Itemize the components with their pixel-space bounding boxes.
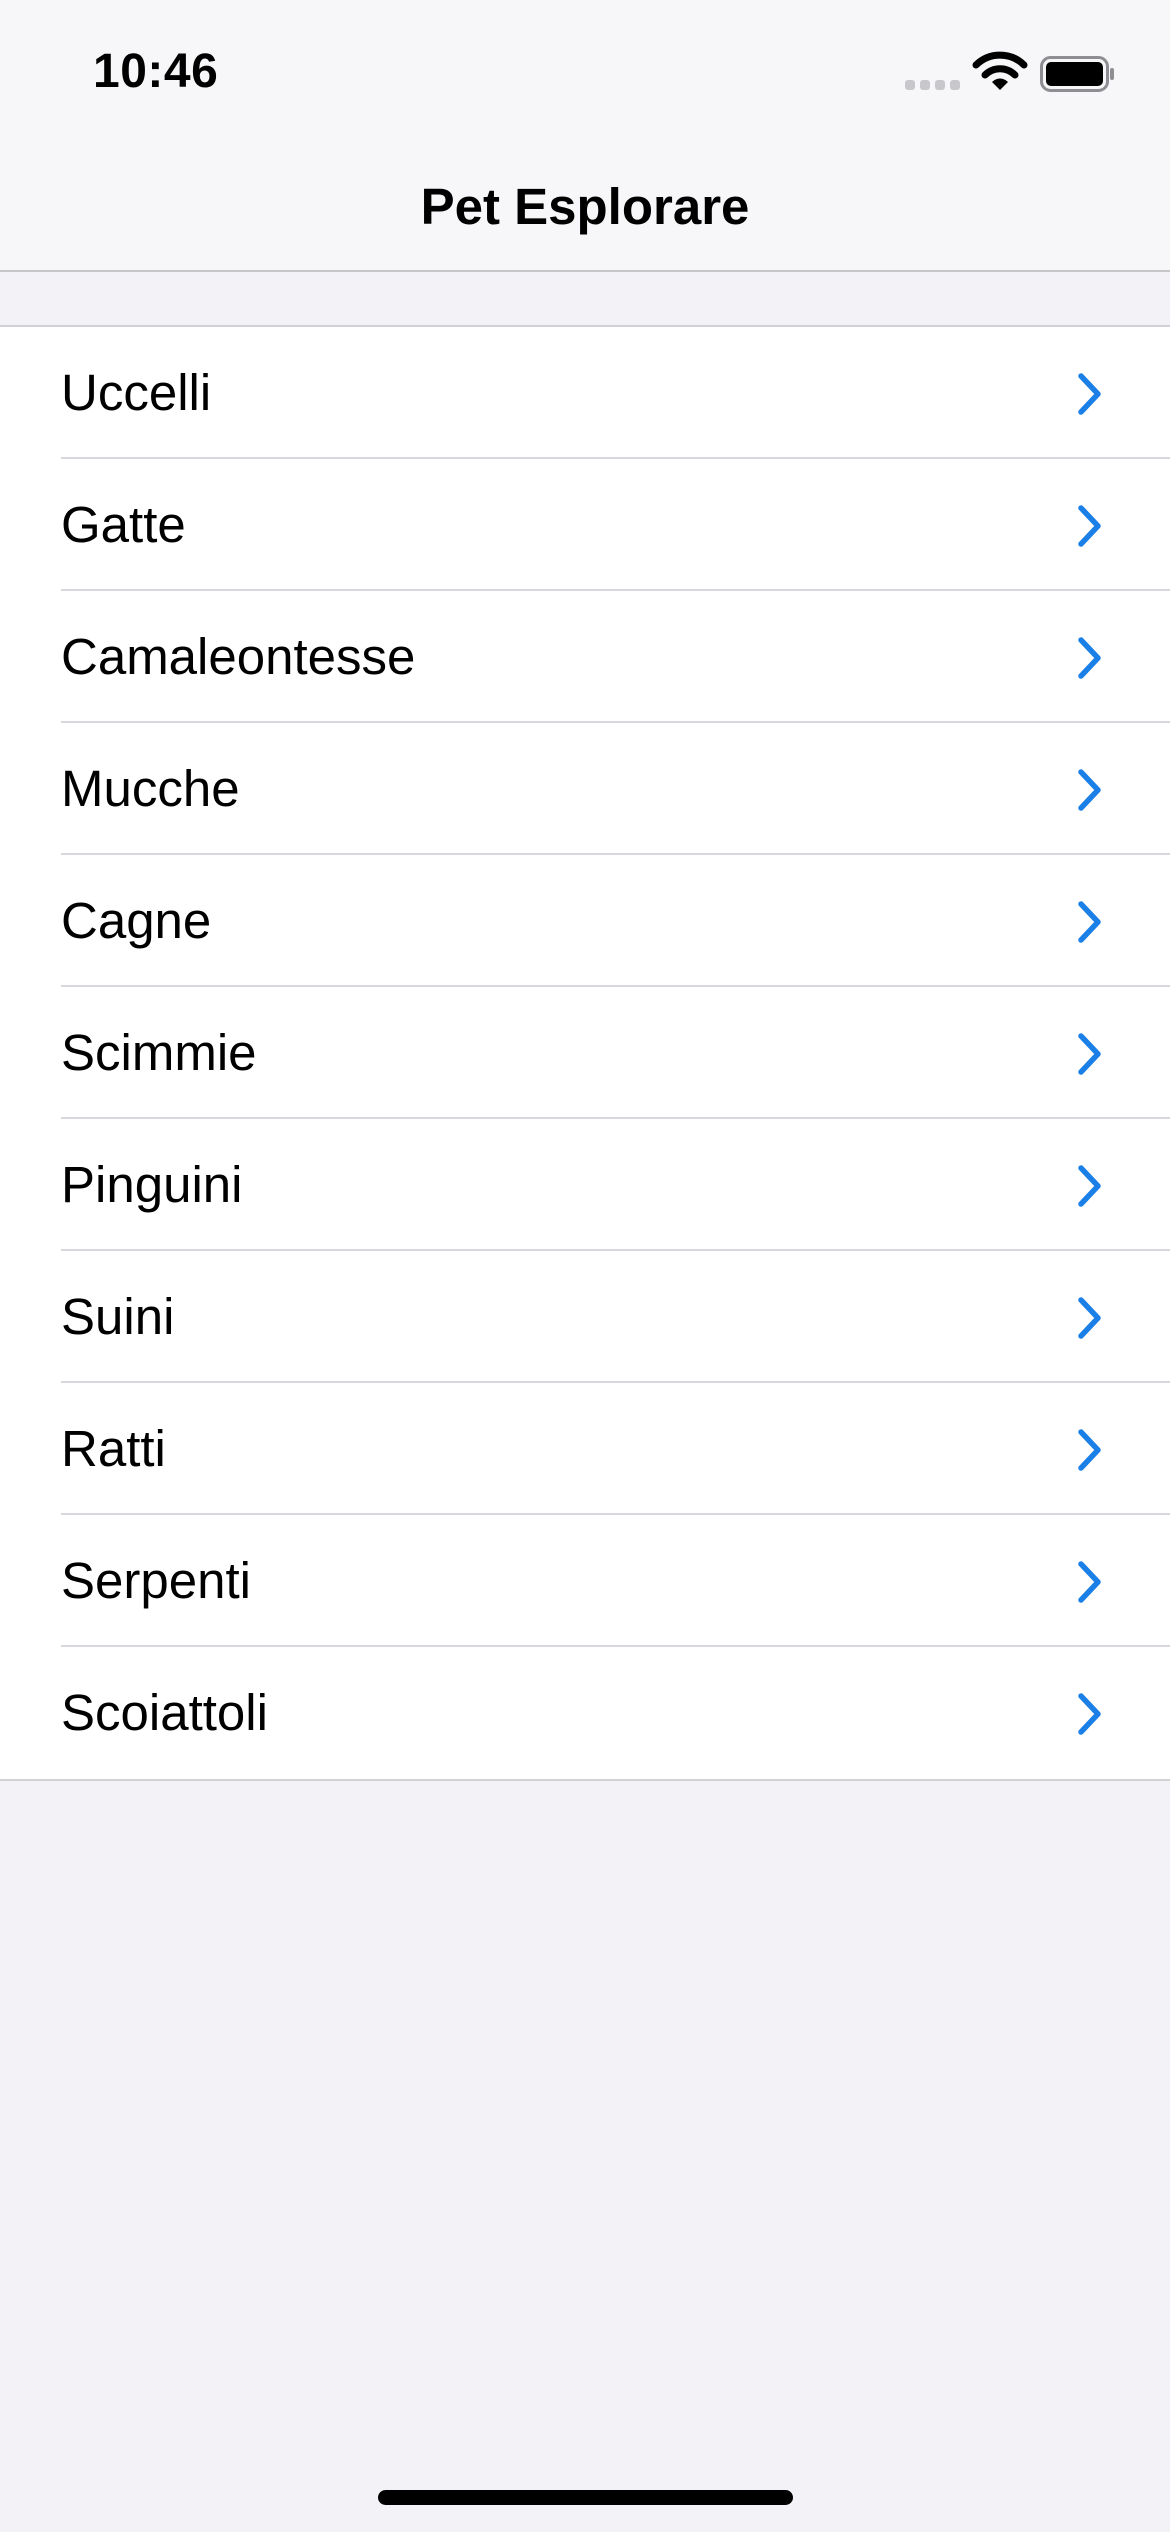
- list-item[interactable]: Ratti: [0, 1383, 1170, 1515]
- list-item-label: Serpenti: [61, 1552, 251, 1609]
- chevron-right-icon: [1078, 1297, 1101, 1339]
- list-item[interactable]: Pinguini: [0, 1119, 1170, 1251]
- list-item-label: Suini: [61, 1288, 175, 1345]
- wifi-icon: [972, 51, 1028, 90]
- list-item-label: Scoiattoli: [61, 1684, 268, 1741]
- chevron-right-icon: [1078, 505, 1101, 547]
- chevron-right-icon: [1078, 1165, 1101, 1207]
- pet-list: Uccelli Gatte Camaleontesse Mucche Cagne Scim…: [0, 325, 1170, 1781]
- list-item[interactable]: Gatte: [0, 459, 1170, 591]
- home-indicator[interactable]: [378, 2490, 793, 2505]
- status-time: 10:46: [93, 45, 219, 98]
- list-item[interactable]: Scimmie: [0, 987, 1170, 1119]
- cellular-signal-icon: [905, 80, 961, 92]
- list-item-label: Cagne: [61, 892, 212, 949]
- list-item[interactable]: Scoiattoli: [0, 1647, 1170, 1779]
- list-item-label: Mucche: [61, 760, 240, 817]
- list-item[interactable]: Cagne: [0, 855, 1170, 987]
- list-item[interactable]: Mucche: [0, 723, 1170, 855]
- list-item-label: Ratti: [61, 1420, 166, 1477]
- chevron-right-icon: [1078, 1561, 1101, 1603]
- list-item[interactable]: Serpenti: [0, 1515, 1170, 1647]
- navigation-bar: Pet Esplorare: [0, 140, 1170, 272]
- chevron-right-icon: [1078, 373, 1101, 415]
- chevron-right-icon: [1078, 901, 1101, 943]
- chevron-right-icon: [1078, 1693, 1101, 1735]
- list-item[interactable]: Suini: [0, 1251, 1170, 1383]
- chevron-right-icon: [1078, 637, 1101, 679]
- page-title: Pet Esplorare: [420, 178, 750, 235]
- list-item[interactable]: Uccelli: [0, 327, 1170, 459]
- list-item-label: Pinguini: [61, 1156, 243, 1213]
- list-item-label: Scimmie: [61, 1024, 257, 1081]
- chevron-right-icon: [1078, 1429, 1101, 1471]
- list-item-label: Camaleontesse: [61, 628, 416, 685]
- list-item[interactable]: Camaleontesse: [0, 591, 1170, 723]
- list-item-label: Uccelli: [61, 364, 212, 421]
- chevron-right-icon: [1078, 769, 1101, 811]
- list-item-label: Gatte: [61, 496, 186, 553]
- status-bar: 10:46: [0, 0, 1170, 140]
- chevron-right-icon: [1078, 1033, 1101, 1075]
- battery-icon: [1040, 56, 1114, 92]
